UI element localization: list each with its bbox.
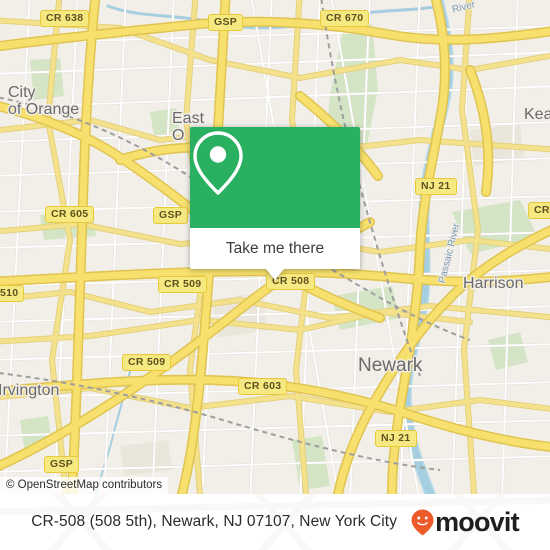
place-label: Newark: [358, 355, 423, 376]
road-shield: GSP: [153, 207, 189, 224]
road-shield: GSP: [44, 456, 80, 473]
moovit-wordmark: moovit: [435, 506, 520, 537]
map-pin-icon: [193, 131, 243, 195]
road-shield: CR: [528, 202, 550, 219]
road-shield: NJ 21: [415, 178, 457, 195]
road-shield: 510: [0, 285, 25, 302]
map-canvas[interactable]: .rd { stroke:#f4e18c; fill:none; stroke-…: [0, 0, 550, 494]
road-shield: CR 670: [320, 10, 370, 27]
road-shield: NJ 21: [375, 430, 417, 447]
moovit-pin-smiley-icon: [411, 509, 434, 535]
moovit-logo[interactable]: moovit: [411, 506, 520, 537]
road-shield: CR 509: [122, 354, 172, 371]
osm-attribution[interactable]: © OpenStreetMap contributors: [0, 477, 169, 494]
road-shield: CR 603: [238, 378, 288, 395]
road-shield: GSP: [208, 14, 244, 31]
popup-tail: [266, 269, 284, 280]
place-label: City of Orange: [8, 84, 80, 118]
road-shield: CR 638: [40, 10, 90, 27]
map-screenshot: .rd { stroke:#f4e18c; fill:none; stroke-…: [0, 0, 550, 550]
location-address: CR-508 (508 5th), Newark, NJ 07107, New …: [31, 513, 398, 530]
take-me-there-label: Take me there: [225, 239, 325, 257]
road-shield: CR 605: [45, 206, 95, 223]
place-label: Harrison: [463, 275, 524, 292]
take-me-there-button[interactable]: Take me there: [190, 228, 360, 269]
footer-bar: CR-508 (508 5th), Newark, NJ 07107, New …: [0, 494, 550, 550]
place-label: Kea: [524, 106, 550, 123]
location-popup[interactable]: Take me there: [190, 127, 360, 280]
place-label: Irvington: [0, 382, 60, 399]
popup-header: [190, 127, 360, 228]
road-shield: CR 509: [158, 276, 208, 293]
